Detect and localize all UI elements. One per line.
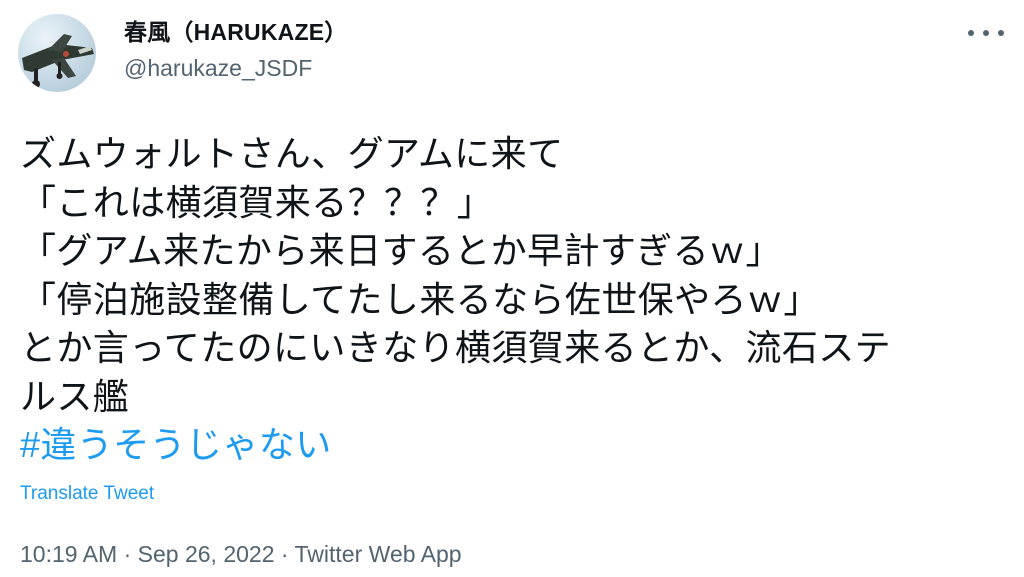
dot [968, 30, 974, 36]
separator: · [280, 541, 289, 567]
tweet-text: ズムウォルトさん、グアムに来て 「これは横須賀来る？？？」 「グアム来たから来日… [20, 130, 1010, 470]
tweet-date[interactable]: Sep 26, 2022 [138, 541, 275, 567]
tweet-line: 「これは横須賀来る？？？」 [20, 181, 494, 223]
tweet-line: ズムウォルトさん、グアムに来て [20, 133, 564, 174]
tweet-source[interactable]: Twitter Web App [295, 541, 462, 567]
display-name[interactable]: 春風（HARUKAZE） [124, 16, 347, 48]
separator: · [123, 541, 132, 567]
tweet-meta: 10:19 AM · Sep 26, 2022 · Twitter Web Ap… [20, 538, 462, 570]
tweet-line: 「停泊施設整備してたし来るなら佐世保やろｗ」 [20, 278, 820, 320]
tweet-line: 「グアム来たから来日するとか早計すぎるｗ」 [20, 230, 782, 271]
dot [983, 30, 989, 36]
avatar[interactable] [18, 14, 96, 92]
tweet-line: とか言ってたのにいきなり横須賀来るとか、流石ステ [20, 327, 892, 368]
user-header: 春風（HARUKAZE） @harukaze_JSDF [124, 16, 347, 84]
more-horizontal-icon[interactable] [968, 22, 1004, 44]
translate-tweet-link[interactable]: Translate Tweet [20, 482, 154, 506]
user-handle[interactable]: @harukaze_JSDF [124, 52, 347, 84]
aircraft-avatar-image [22, 34, 94, 88]
dot [998, 30, 1004, 36]
hashtag-link[interactable]: #違うそうじゃない [20, 421, 1010, 470]
tweet-line: ルス艦 [20, 375, 130, 417]
tweet-time[interactable]: 10:19 AM [20, 541, 117, 567]
